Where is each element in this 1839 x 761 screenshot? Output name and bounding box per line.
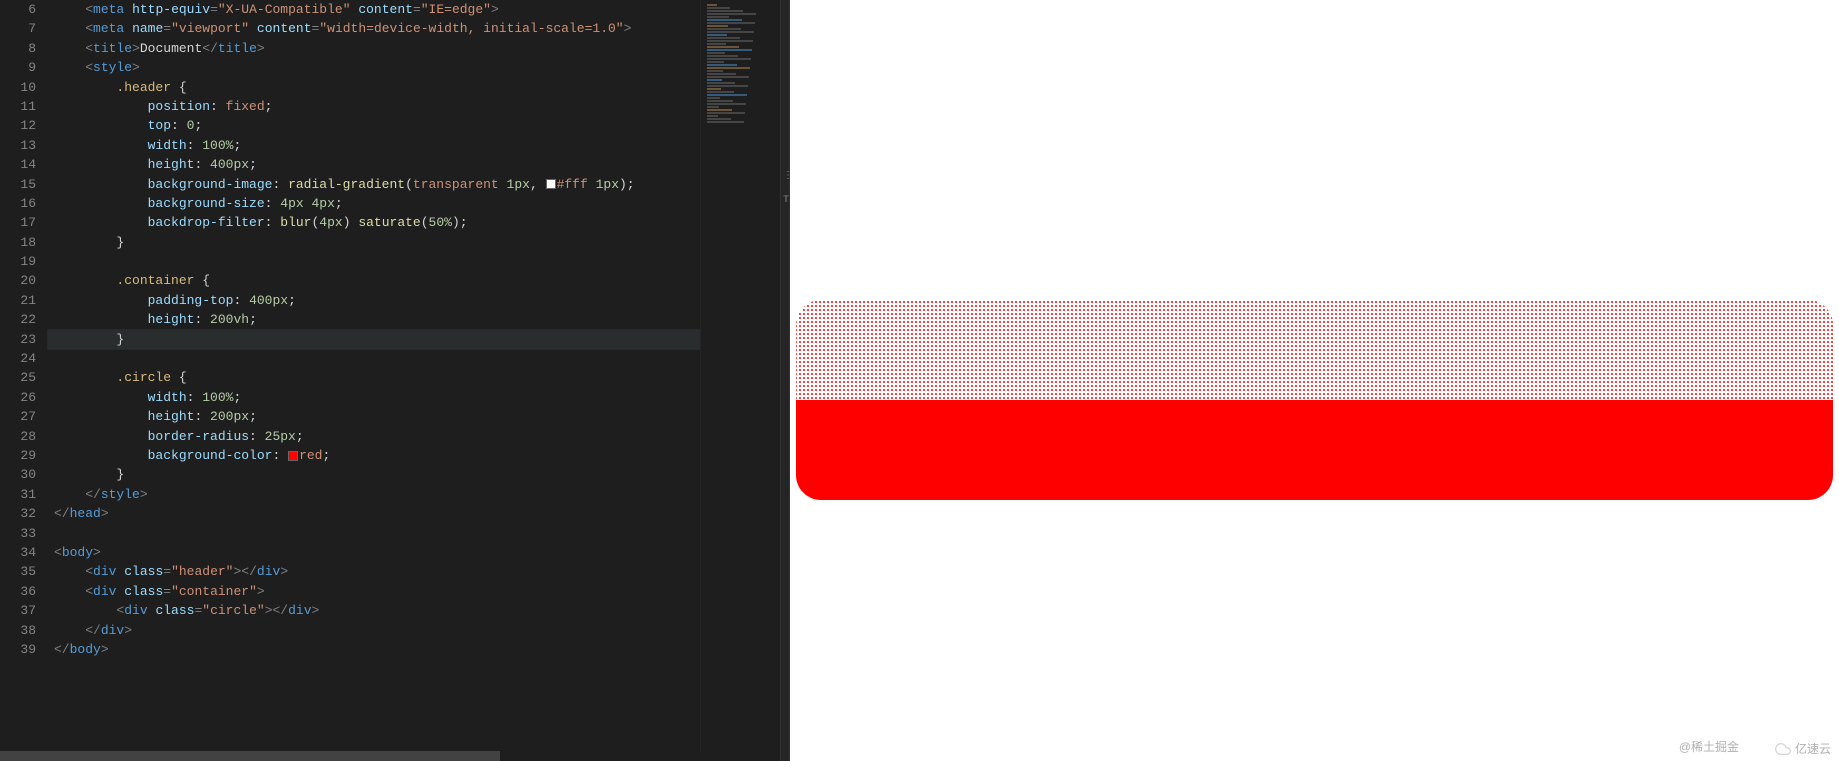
line-number: 18 [0, 233, 36, 252]
line-number: 39 [0, 640, 36, 659]
code-line[interactable]: .circle { [48, 368, 700, 387]
line-number: 19 [0, 252, 36, 271]
code-line[interactable]: position: fixed; [48, 97, 700, 116]
code-line[interactable]: backdrop-filter: blur(4px) saturate(50%)… [48, 213, 700, 232]
code-line[interactable]: height: 200vh; [48, 310, 700, 329]
code-line[interactable]: top: 0; [48, 116, 700, 135]
code-line[interactable] [48, 252, 700, 271]
preview-pane: @稀土掘金 亿速云 [790, 0, 1839, 761]
code-content[interactable]: <meta http-equiv="X-UA-Compatible" conte… [48, 0, 700, 761]
watermark-juejin: @稀土掘金 [1679, 738, 1739, 755]
code-line[interactable]: <style> [48, 58, 700, 77]
code-line[interactable]: background-color: red; [48, 446, 700, 465]
line-number: 6 [0, 0, 36, 19]
splitter-handle-icon: T [783, 195, 789, 206]
editor-pane: 6789101112131415161718192021222324252627… [0, 0, 780, 761]
code-line[interactable] [48, 524, 700, 543]
code-line[interactable]: width: 100%; [48, 388, 700, 407]
line-number-gutter: 6789101112131415161718192021222324252627… [0, 0, 48, 761]
line-number: 22 [0, 310, 36, 329]
code-line[interactable]: <meta http-equiv="X-UA-Compatible" conte… [48, 0, 700, 19]
code-line[interactable]: <meta name="viewport" content="width=dev… [48, 19, 700, 38]
code-line[interactable]: <div class="header"></div> [48, 562, 700, 581]
line-number: 38 [0, 621, 36, 640]
line-number: 30 [0, 465, 36, 484]
code-line[interactable]: </body> [48, 640, 700, 659]
line-number: 24 [0, 349, 36, 368]
line-number: 8 [0, 39, 36, 58]
line-number: 12 [0, 116, 36, 135]
color-swatch-icon [546, 179, 556, 189]
line-number: 16 [0, 194, 36, 213]
code-line[interactable]: border-radius: 25px; [48, 427, 700, 446]
line-number: 28 [0, 427, 36, 446]
line-number: 10 [0, 78, 36, 97]
line-number: 29 [0, 446, 36, 465]
code-line[interactable]: width: 100%; [48, 136, 700, 155]
line-number: 25 [0, 368, 36, 387]
cloud-icon [1775, 741, 1791, 757]
line-number: 17 [0, 213, 36, 232]
line-number: 13 [0, 136, 36, 155]
line-number: 34 [0, 543, 36, 562]
code-area[interactable]: 6789101112131415161718192021222324252627… [0, 0, 780, 761]
horizontal-scrollbar-thumb[interactable] [0, 751, 500, 761]
code-line[interactable]: background-image: radial-gradient(transp… [48, 175, 700, 194]
code-line[interactable]: <title>Document</title> [48, 39, 700, 58]
color-swatch-icon [288, 451, 298, 461]
code-line[interactable]: .header { [48, 78, 700, 97]
code-line[interactable]: background-size: 4px 4px; [48, 194, 700, 213]
line-number: 14 [0, 155, 36, 174]
line-number: 37 [0, 601, 36, 620]
line-number: 26 [0, 388, 36, 407]
code-line[interactable]: <div class="circle"></div> [48, 601, 700, 620]
line-number: 33 [0, 524, 36, 543]
line-number: 11 [0, 97, 36, 116]
code-line[interactable]: } [48, 465, 700, 484]
preview-container [790, 0, 1839, 500]
code-line[interactable]: <body> [48, 543, 700, 562]
line-number: 9 [0, 58, 36, 77]
line-number: 27 [0, 407, 36, 426]
code-line[interactable]: } [48, 330, 700, 349]
line-number: 23 [0, 330, 36, 349]
line-number: 32 [0, 504, 36, 523]
code-line[interactable]: .container { [48, 271, 700, 290]
code-line[interactable]: height: 200px; [48, 407, 700, 426]
line-number: 20 [0, 271, 36, 290]
code-line[interactable]: } [48, 233, 700, 252]
code-line[interactable]: </div> [48, 621, 700, 640]
line-number: 35 [0, 562, 36, 581]
line-number: 31 [0, 485, 36, 504]
code-line[interactable] [48, 349, 700, 368]
app-root: 6789101112131415161718192021222324252627… [0, 0, 1839, 761]
code-line[interactable]: </head> [48, 504, 700, 523]
minimap[interactable] [700, 0, 780, 761]
code-line[interactable]: <div class="container"> [48, 582, 700, 601]
line-number: 15 [0, 175, 36, 194]
code-line[interactable]: padding-top: 400px; [48, 291, 700, 310]
watermark-yisu: 亿速云 [1775, 740, 1831, 757]
line-number: 7 [0, 19, 36, 38]
pane-splitter[interactable]: ⋮ T [780, 0, 790, 761]
code-line[interactable]: </style> [48, 485, 700, 504]
preview-circle [796, 300, 1833, 500]
code-line[interactable]: height: 400px; [48, 155, 700, 174]
line-number: 21 [0, 291, 36, 310]
watermark-yisu-text: 亿速云 [1795, 740, 1831, 757]
horizontal-scrollbar[interactable] [0, 751, 780, 761]
line-number: 36 [0, 582, 36, 601]
